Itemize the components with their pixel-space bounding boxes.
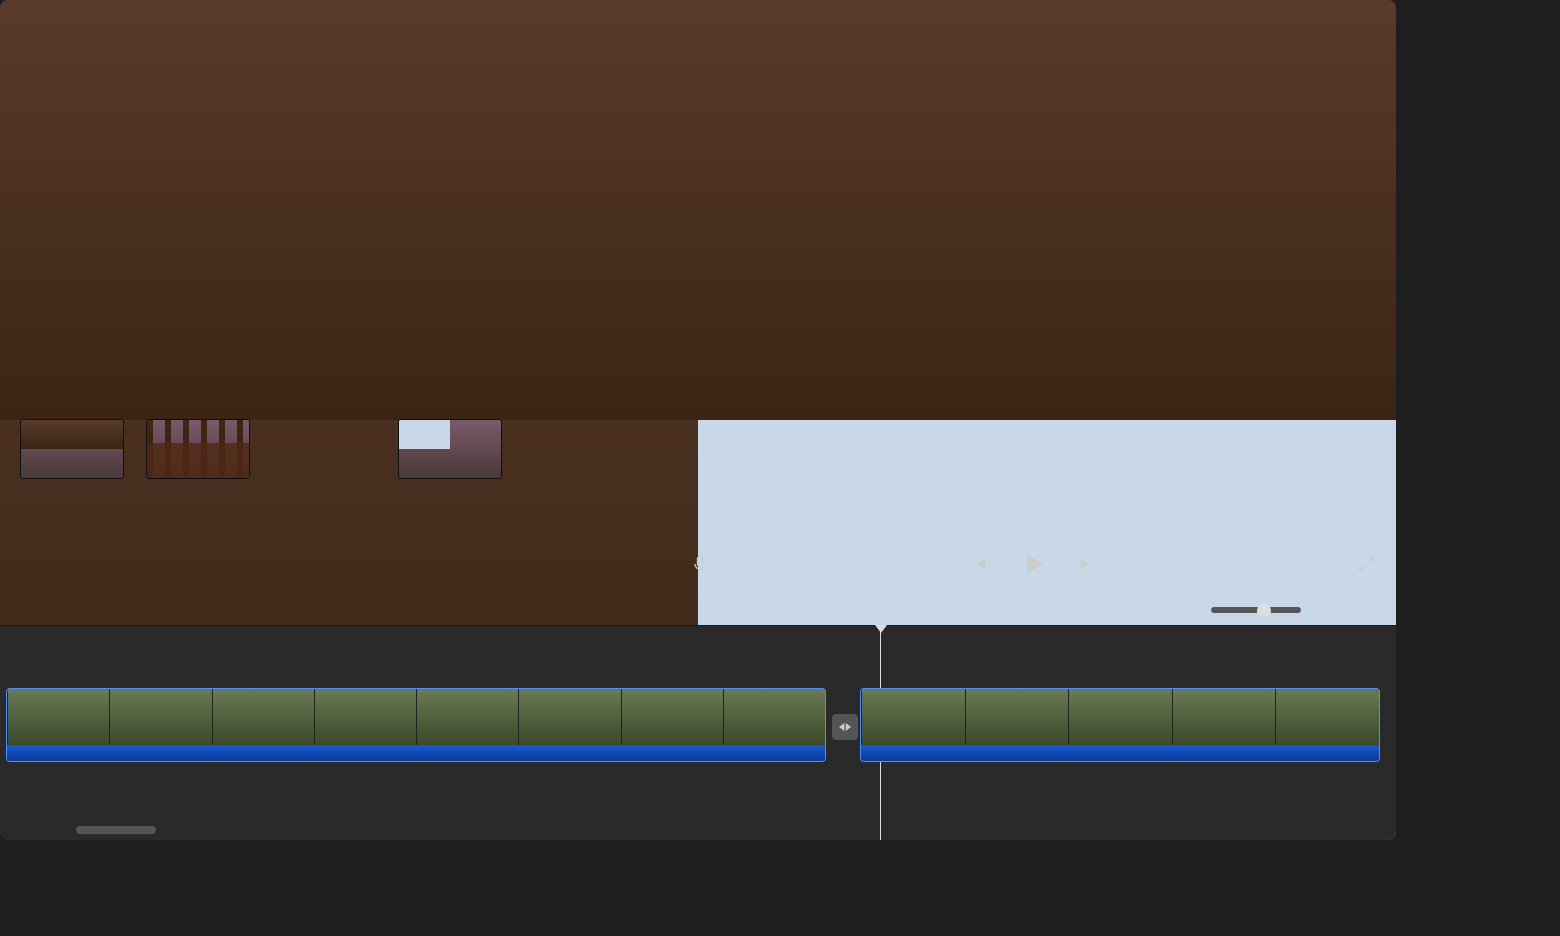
transitions-grid: Cross DissolveCross BlurFade to BlackFad…: [8, 142, 662, 594]
timeline-panel: 0:10 / 1:42 Settings: [0, 595, 1396, 840]
video-clip[interactable]: [6, 688, 826, 762]
timeline-scrollbar[interactable]: [6, 826, 1390, 836]
next-button[interactable]: [1077, 554, 1097, 574]
audio-waveform: [7, 745, 825, 761]
timeline-track-area[interactable]: [0, 625, 1396, 840]
app-window: Projects My Movie My Media Audio Titles …: [0, 0, 1396, 840]
transition-wipe-up[interactable]: Wipe Up: [524, 329, 628, 409]
audio-waveform: [861, 745, 1379, 761]
browser-panel: My Media Audio Titles Backgrounds Transi…: [0, 36, 670, 594]
transition-thumbnail: [146, 419, 250, 479]
voiceover-mic-button[interactable]: [690, 554, 710, 574]
transition-thumbnail: [20, 419, 124, 479]
transition-thumbnail: [398, 419, 502, 479]
video-clip[interactable]: [860, 688, 1380, 762]
prev-button[interactable]: [969, 554, 989, 574]
fullscreen-button[interactable]: [1356, 554, 1376, 574]
zoom-slider[interactable]: [1211, 607, 1301, 613]
upper-pane: My Media Audio Titles Backgrounds Transi…: [0, 36, 1396, 595]
playback-controls: [670, 534, 1396, 594]
play-button[interactable]: [1019, 550, 1047, 578]
transition-thumbnail: [524, 329, 628, 389]
transition-marker[interactable]: [832, 714, 858, 740]
